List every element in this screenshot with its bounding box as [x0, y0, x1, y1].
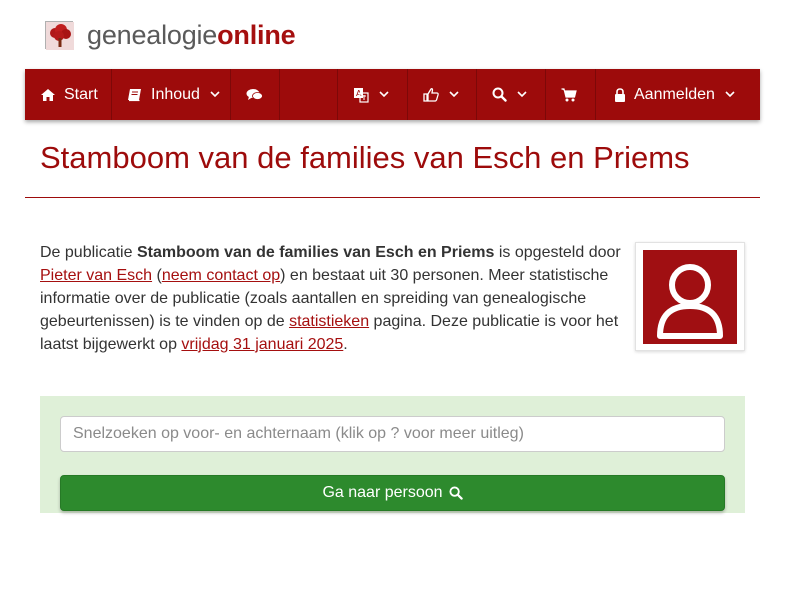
nav-inhoud-label: Inhoud	[151, 85, 200, 103]
chevron-down-icon	[449, 91, 459, 98]
chevron-down-icon	[379, 91, 389, 98]
desc-text-1: De publicatie	[40, 244, 137, 261]
search-icon	[448, 486, 463, 500]
desc-text-2: is opgesteld door	[494, 244, 621, 261]
tree-icon	[45, 21, 74, 50]
quick-search-panel: Ga naar persoon	[40, 396, 745, 513]
logo-text-part1: genealogie	[87, 20, 218, 50]
author-avatar[interactable]	[635, 242, 745, 351]
cart-icon	[561, 87, 577, 102]
nav-start[interactable]: Start	[25, 69, 112, 120]
chevron-down-icon	[517, 91, 527, 98]
nav-search[interactable]	[477, 69, 546, 120]
chevron-down-icon	[210, 91, 220, 98]
publication-title: Stamboom van de families van Esch en Pri…	[136, 244, 495, 261]
go-to-person-button[interactable]: Ga naar persoon	[60, 475, 725, 511]
logo-text-part2: online	[217, 20, 296, 50]
comments-icon	[246, 88, 263, 102]
nav-spacer	[280, 69, 338, 120]
translate-icon: A	[353, 87, 369, 103]
nav-inhoud[interactable]: Inhoud	[112, 69, 231, 120]
search-icon	[492, 87, 507, 102]
page-title: Stamboom van de families van Esch en Pri…	[40, 140, 690, 175]
nav-login[interactable]: Aanmelden	[596, 69, 760, 120]
author-link[interactable]: Pieter van Esch	[40, 267, 152, 284]
lock-icon	[614, 87, 626, 102]
main-navbar: Start Inhoud A Aanmelden	[25, 69, 760, 120]
user-avatar-icon	[643, 250, 737, 344]
logo-text: genealogieonline	[87, 18, 296, 52]
last-updated-link[interactable]: vrijdag 31 januari 2025	[181, 336, 343, 353]
nav-cart[interactable]	[546, 69, 596, 120]
title-divider	[25, 197, 760, 198]
publication-description: De publicatie Stamboom van de families v…	[40, 241, 630, 356]
site-logo[interactable]: genealogieonline	[45, 18, 296, 52]
contact-link[interactable]: neem contact op	[162, 267, 280, 284]
nav-recommend[interactable]	[408, 69, 477, 120]
nav-login-label: Aanmelden	[634, 85, 715, 103]
chevron-down-icon	[725, 91, 735, 98]
book-icon	[127, 88, 143, 102]
thumbs-up-icon	[423, 87, 439, 102]
desc-text-3: (	[152, 267, 162, 284]
go-to-person-label: Ga naar persoon	[322, 484, 443, 501]
statistics-link[interactable]: statistieken	[289, 313, 369, 330]
desc-text-6: .	[343, 336, 348, 353]
nav-language[interactable]: A	[338, 69, 408, 120]
quick-search-input[interactable]	[60, 416, 725, 452]
nav-start-label: Start	[64, 85, 98, 103]
home-icon	[40, 88, 56, 102]
nav-forum[interactable]	[231, 69, 280, 120]
